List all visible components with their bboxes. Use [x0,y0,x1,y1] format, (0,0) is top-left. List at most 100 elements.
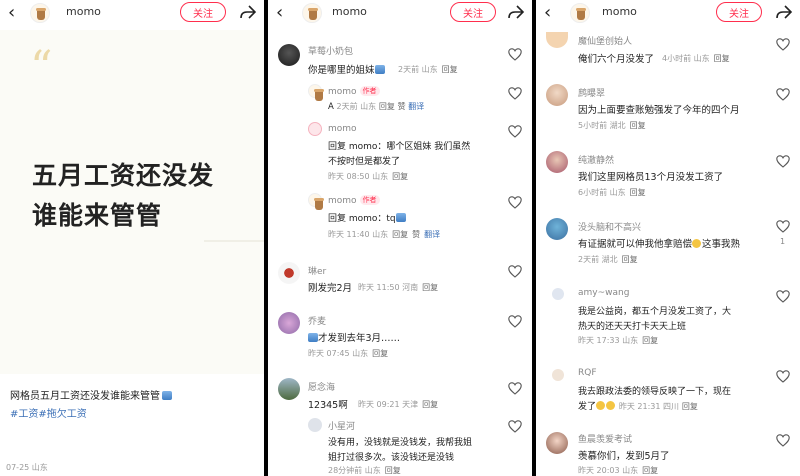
like-heart-icon[interactable] [508,420,522,433]
like-heart-icon[interactable] [776,370,790,383]
comments-panel-1: ‹ momo 关注 草莓小奶包 你是哪里的姐妹 2天前 山东 回复 momo 作者 … [268,0,532,476]
commenter-avatar[interactable] [546,432,568,454]
replier-name[interactable]: 小星河 [328,419,355,432]
replier-avatar[interactable] [308,84,324,101]
comment-meta: 2天前 山东 回复 [398,65,458,74]
replier-name[interactable]: momo 作者 [328,195,380,206]
like-heart-icon[interactable] [508,315,522,328]
comment-text[interactable]: 羡慕你们，发到5月了 [578,448,670,462]
like-heart-icon[interactable] [776,290,790,303]
quote-mark-icon: “ [30,42,53,93]
commenter-name[interactable]: 纯澈静然 [578,153,614,166]
reply-text[interactable]: A 2天前 山东 回复 赞 翻译 [328,101,424,112]
comment-text[interactable]: 有证据就可以伸我他拿赔偿 这事我熟 [578,236,740,250]
comment-text[interactable]: 你是哪里的姐妹 [308,62,385,76]
reply-text-cont[interactable]: 不按时但是都发了 [328,154,400,167]
comment-meta: 2天前 湖北 回复 [578,255,638,264]
replier-name[interactable]: momo 作者 [328,86,380,97]
commenter-avatar[interactable] [278,44,300,66]
comment-text[interactable]: 我去跟政法委的领导反映了一下，现在 [578,384,731,397]
reply-meta: 28分钟前 山东 回复 [328,466,401,475]
comment-text[interactable]: 我们这里网格员13个月没发工资了 [578,169,723,183]
commenter-avatar[interactable] [552,369,564,381]
comment-meta: 昨天 17:33 山东 回复 [578,336,659,345]
commenter-name[interactable]: 魔仙堡创始人 [578,34,632,47]
comments-top-bar: ‹ momo 关注 [268,0,532,26]
author-username[interactable]: momo [66,5,101,18]
commenter-avatar[interactable] [278,312,300,334]
follow-button[interactable]: 关注 [450,2,496,22]
author-avatar[interactable] [302,3,322,23]
like-heart-icon[interactable] [508,87,522,100]
like-heart-icon[interactable] [776,88,790,101]
author-avatar[interactable] [30,3,50,23]
replier-name[interactable]: momo [328,124,357,134]
commenter-avatar[interactable] [278,262,300,284]
author-username[interactable]: momo [332,5,367,18]
comment-text-cont[interactable]: 发了 昨天 21:31 四川 回复 [578,399,698,412]
comment-meta: 5小时前 湖北 回复 [578,121,646,130]
back-arrow-icon[interactable]: ‹ [276,4,283,22]
note-headline: 五月工资还没发 谁能来管管 [32,156,214,236]
like-heart-icon[interactable] [776,155,790,168]
post-caption: 网格员五月工资还没发谁能来管管 [10,387,172,402]
share-icon[interactable] [774,2,794,22]
author-username[interactable]: momo [602,5,637,18]
emoji-icon [162,391,172,400]
replier-avatar[interactable] [308,122,322,136]
commenter-name[interactable]: 乔麦 [308,314,326,327]
like-heart-icon[interactable] [776,434,790,447]
back-arrow-icon[interactable]: ‹ [8,4,15,22]
like-heart-icon[interactable] [508,125,522,138]
commenter-avatar[interactable] [278,378,300,400]
commenter-avatar[interactable] [546,84,568,106]
like-count: 1 [780,237,786,246]
like-heart-icon[interactable] [776,38,790,51]
like-heart-icon[interactable] [508,265,522,278]
comment-text[interactable]: 才发到去年3月…… [308,330,400,344]
comment-meta: 昨天 11:50 河南 回复 [358,283,439,292]
follow-button[interactable]: 关注 [716,2,762,22]
commenter-name[interactable]: 鹧曝翠 [578,86,605,99]
post-tags[interactable]: #工资#拖欠工资 [10,405,87,420]
commenter-name[interactable]: 鱼晨羡爱考试 [578,432,632,445]
like-heart-icon[interactable] [508,48,522,61]
comment-text[interactable]: 因为上面要查账勉强发了今年的四个月 [578,102,740,116]
author-avatar[interactable] [570,3,590,23]
share-icon[interactable] [506,2,526,22]
like-heart-icon[interactable] [508,382,522,395]
note-image[interactable]: “ 五月工资还没发 谁能来管管 [0,30,264,374]
reply-text[interactable]: 没有用，没钱就是没钱发，我帮我姐 [328,435,472,448]
reply-text[interactable]: 回复 momo：tq [328,211,406,224]
back-arrow-icon[interactable]: ‹ [544,4,551,22]
comment-text-cont[interactable]: 热天的还天天打卡天天上班 [578,319,686,332]
comment-text[interactable]: 我是公益岗，都五个月没发工资了，大 [578,304,731,317]
follow-button[interactable]: 关注 [180,2,226,22]
comment-text[interactable]: 12345啊 [308,397,348,411]
reply-text[interactable]: 回复 momo：哪个区姐妹 我们虽然 [328,139,470,152]
commenter-avatar[interactable] [546,32,568,48]
like-heart-icon[interactable] [776,220,790,233]
replier-avatar[interactable] [308,193,324,210]
comment-meta: 昨天 20:03 山东 回复 [578,466,659,475]
commenter-name[interactable]: 愿念海 [308,380,335,393]
like-heart-icon[interactable] [508,196,522,209]
commenter-name[interactable]: 没头脑和不高兴 [578,220,641,233]
commenter-name[interactable]: amy~wang [578,288,629,298]
reply-meta: 昨天 11:40 山东 回复赞翻译 [328,230,441,239]
comment-text[interactable]: 刚发完2月 [308,280,352,294]
commenter-avatar[interactable] [546,218,568,240]
commenter-name[interactable]: 琳er [308,264,326,277]
commenter-avatar[interactable] [552,288,564,300]
comment-meta: 6小时前 山东 回复 [578,188,646,197]
commenter-name[interactable]: 草莓小奶包 [308,44,353,57]
share-icon[interactable] [238,2,258,22]
comment-text[interactable]: 俺们六个月没发了 [578,51,654,65]
comment-meta: 昨天 09:21 天津 回复 [358,400,439,409]
replier-avatar[interactable] [308,418,322,432]
reply-text-cont[interactable]: 姐打过很多次。该没钱还是没钱 [328,450,454,463]
comment-meta: 4小时前 山东 回复 [662,54,730,63]
commenter-name[interactable]: RQF [578,368,597,378]
commenter-avatar[interactable] [546,151,568,173]
comments-panel-2: ‹ momo 关注 魔仙堡创始人 俺们六个月没发了 4小时前 山东 回复 鹧曝翠 … [536,0,800,476]
